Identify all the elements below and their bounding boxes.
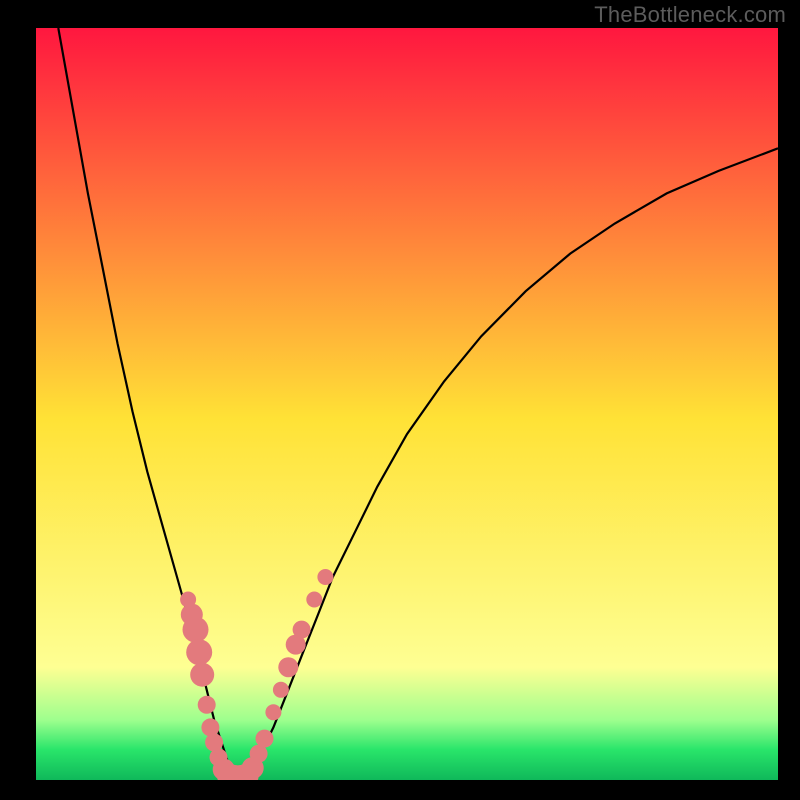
marker-dot <box>186 639 212 665</box>
marker-dot <box>293 621 311 639</box>
marker-dot <box>306 592 322 608</box>
marker-dot <box>317 569 333 585</box>
marker-dot <box>183 617 209 643</box>
gradient-background <box>36 28 778 780</box>
marker-dot <box>256 730 274 748</box>
marker-dot <box>273 682 289 698</box>
chart-svg <box>36 28 778 780</box>
marker-dot <box>198 696 216 714</box>
marker-dot <box>190 663 214 687</box>
marker-dot <box>265 704 281 720</box>
watermark-text: TheBottleneck.com <box>594 2 786 28</box>
marker-dot <box>201 718 219 736</box>
marker-dot <box>278 657 298 677</box>
plot-area <box>36 28 778 780</box>
chart-container: { "watermark": "TheBottleneck.com", "col… <box>0 0 800 800</box>
